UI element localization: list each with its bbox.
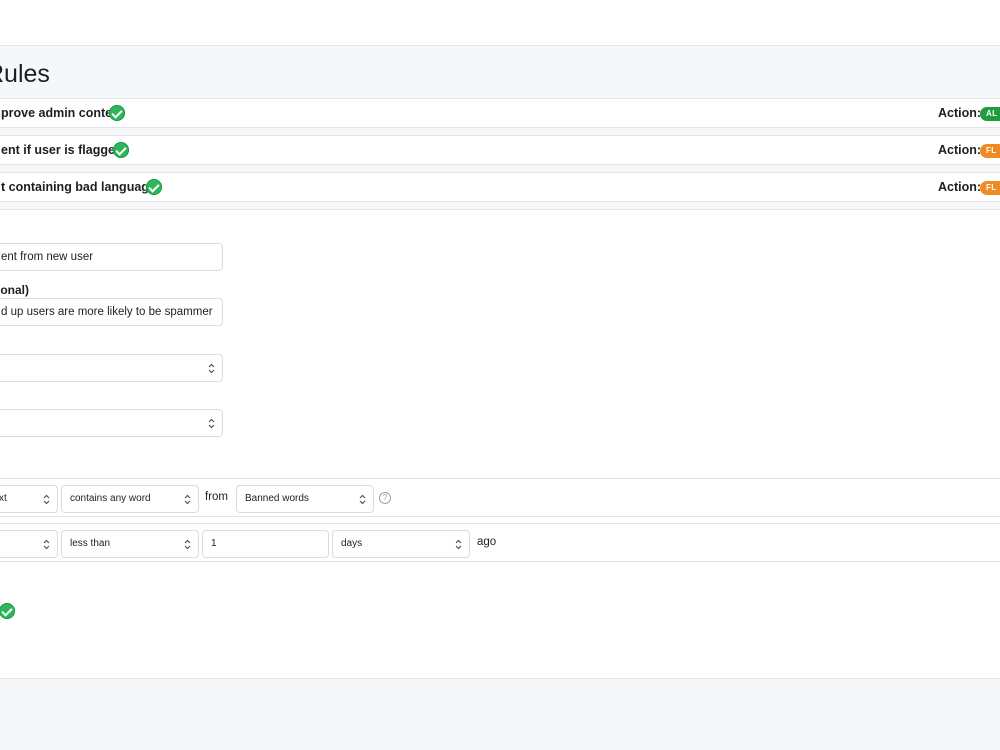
description-input[interactable]: d up users are more likely to be spammer (0, 298, 223, 326)
rule-name: ent if user is flagged (1, 143, 123, 157)
chevron-updown-icon (43, 539, 50, 550)
select-value: contains any word (70, 493, 151, 504)
top-bar (0, 0, 1000, 46)
question-circle-icon[interactable]: ? (379, 492, 391, 504)
select-dropdown[interactable] (0, 409, 223, 437)
number-input[interactable]: 1 (202, 530, 329, 558)
page-title: Rules (0, 60, 50, 88)
chevron-updown-icon (43, 494, 50, 505)
chevron-updown-icon (359, 494, 366, 505)
unit-select[interactable]: days (332, 530, 470, 558)
rule-name-input[interactable]: ent from new user (0, 243, 223, 271)
check-circle-icon (109, 105, 125, 121)
rule-row[interactable]: t containing bad language Action: FL (0, 172, 1000, 202)
select-value: Banned words (245, 493, 309, 504)
select-dropdown[interactable] (0, 354, 223, 382)
action-badge: FL (980, 181, 1000, 195)
action-label: Action: (938, 180, 982, 194)
chevron-updown-icon (208, 418, 215, 429)
check-circle-icon (113, 142, 129, 158)
action-badge: FL (980, 144, 1000, 158)
select-value: less than (70, 538, 111, 549)
chevron-updown-icon (184, 539, 191, 550)
check-circle-icon (146, 179, 162, 195)
select-value: days (341, 538, 363, 549)
chevron-updown-icon (455, 539, 462, 550)
action-label: Action: (938, 106, 982, 120)
operator-select[interactable]: contains any word (61, 485, 199, 513)
rule-row[interactable]: ent if user is flagged Action: FL (0, 135, 1000, 165)
action-badge: AL (980, 107, 1000, 121)
chevron-updown-icon (184, 494, 191, 505)
field-select[interactable]: xt (0, 485, 58, 513)
select-value: xt (0, 493, 7, 504)
description-label: ional) (0, 283, 29, 297)
action-label: Action: (938, 143, 982, 157)
rule-name: t containing bad language (1, 180, 156, 194)
field-select[interactable] (0, 530, 58, 558)
suffix-text: ago (477, 536, 497, 548)
list-select[interactable]: Banned words (236, 485, 374, 513)
rule-form-panel (0, 209, 1000, 679)
operator-select[interactable]: less than (61, 530, 199, 558)
connector-text: from (205, 491, 228, 503)
rule-row[interactable]: prove admin content Action: AL (0, 98, 1000, 128)
rule-name: prove admin content (1, 106, 124, 120)
chevron-updown-icon (208, 363, 215, 374)
